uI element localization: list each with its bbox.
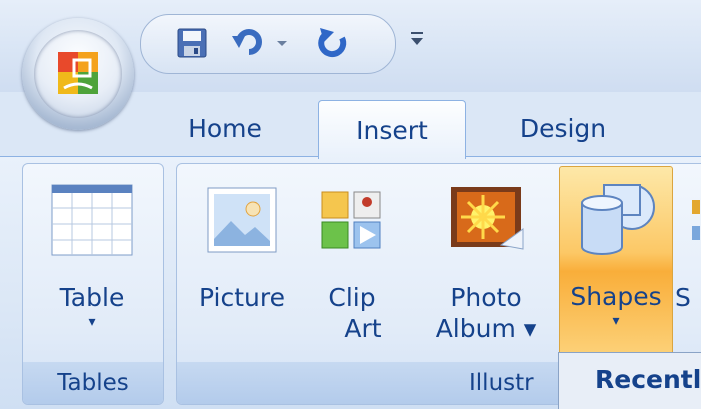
table-icon [51, 178, 133, 262]
clip-art-button[interactable]: Clip Art [313, 168, 391, 356]
office-logo-icon [34, 30, 122, 118]
shapes-icon [574, 177, 658, 261]
tab-insert[interactable]: Insert [318, 100, 466, 159]
table-button[interactable]: Table ▾ [27, 168, 157, 356]
tab-label: Insert [356, 115, 428, 145]
picture-label: Picture [199, 283, 285, 312]
tab-home[interactable]: Home [170, 100, 280, 156]
clip-art-label-line1: Clip [328, 283, 376, 312]
clip-art-label-line2: Art [344, 314, 382, 343]
save-button[interactable] [171, 23, 213, 63]
photo-album-label-line1: Photo [450, 283, 522, 312]
smartart-button[interactable]: S [675, 168, 701, 356]
group-tables: Table ▾ Tables [22, 163, 164, 405]
quick-access-toolbar [140, 14, 396, 74]
undo-button[interactable] [227, 23, 271, 63]
tab-design[interactable]: Design [496, 100, 630, 156]
smartart-label: S [675, 283, 691, 312]
undo-dropdown-button[interactable] [273, 23, 291, 63]
picture-icon [207, 178, 277, 262]
photo-album-icon [441, 178, 531, 262]
dropdown-arrow-icon [277, 41, 287, 46]
dropdown-header-recent: Recentl [595, 365, 701, 394]
tab-label: Home [188, 113, 262, 143]
chevron-down-icon: ▾ [88, 314, 96, 330]
customize-qat-icon [411, 32, 423, 45]
picture-button[interactable]: Picture [183, 168, 301, 356]
customize-qat-button[interactable] [408, 28, 428, 52]
table-label: Table [59, 283, 125, 312]
tab-label: Design [519, 113, 607, 143]
clip-art-icon [320, 178, 384, 262]
photo-album-button[interactable]: Photo Album ▾ [423, 168, 549, 356]
photo-album-label-line2: Album ▾ [435, 314, 537, 343]
shapes-label: Shapes [570, 282, 662, 311]
redo-icon [318, 28, 347, 57]
shapes-button[interactable]: Shapes ▾ [559, 166, 673, 358]
group-label-tables: Tables [23, 362, 163, 404]
shapes-dropdown-menu: Recentl [558, 352, 701, 409]
smartart-icon [675, 178, 701, 262]
undo-icon [232, 29, 262, 55]
office-button[interactable] [22, 18, 134, 130]
chevron-down-icon: ▾ [612, 313, 620, 329]
redo-button[interactable] [311, 23, 355, 63]
save-icon [177, 28, 207, 58]
